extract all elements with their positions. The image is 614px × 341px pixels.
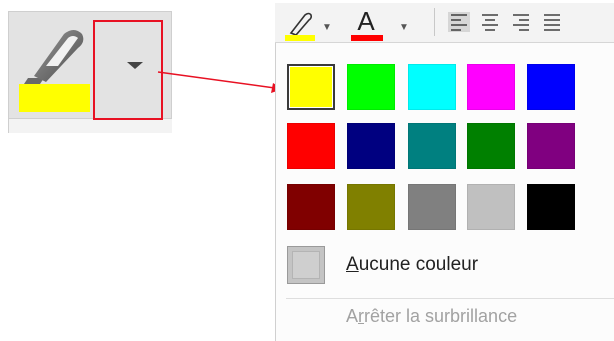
no-color-menu-item[interactable]: Aucune couleur xyxy=(346,254,478,276)
color-swatch[interactable] xyxy=(408,64,456,110)
highlight-color-bar xyxy=(285,35,315,41)
no-color-label-rest: ucune couleur xyxy=(358,254,479,275)
ribbon-group-edge xyxy=(8,119,172,133)
color-swatch[interactable] xyxy=(467,64,515,110)
stop-prefix: A xyxy=(346,306,359,326)
color-swatch[interactable] xyxy=(527,64,575,110)
stop-highlighting-menu-item[interactable]: Arrêter la surbrillance xyxy=(346,306,517,327)
no-color-swatch-inner xyxy=(292,251,320,279)
color-swatch[interactable] xyxy=(287,64,335,110)
chevron-down-icon[interactable] xyxy=(127,62,143,69)
highlighter-pen-icon xyxy=(24,30,84,84)
color-swatch[interactable] xyxy=(527,184,575,230)
color-swatch[interactable] xyxy=(347,184,395,230)
font-color-bar xyxy=(351,35,383,41)
font-color-letter[interactable]: A xyxy=(354,6,378,36)
color-swatch[interactable] xyxy=(287,184,335,230)
color-swatch[interactable] xyxy=(467,184,515,230)
color-swatch[interactable] xyxy=(527,123,575,169)
chevron-down-icon[interactable]: ▼ xyxy=(399,22,409,33)
stop-label-rest: rêter la surbrillance xyxy=(364,306,518,326)
align-left-icon[interactable] xyxy=(448,12,470,32)
color-swatch[interactable] xyxy=(408,184,456,230)
no-color-mnemonic: A xyxy=(346,254,359,275)
color-swatch[interactable] xyxy=(467,123,515,169)
menu-divider xyxy=(286,298,614,299)
justify-icon[interactable] xyxy=(541,12,563,32)
align-right-icon[interactable] xyxy=(510,12,532,32)
color-swatch[interactable] xyxy=(347,64,395,110)
color-swatch[interactable] xyxy=(287,123,335,169)
color-swatch[interactable] xyxy=(408,123,456,169)
dropdown-arrow-callout[interactable] xyxy=(93,20,163,120)
toolbar-separator xyxy=(434,8,435,36)
align-center-icon[interactable] xyxy=(479,12,501,32)
highlight-color-bar xyxy=(19,84,90,112)
color-swatch[interactable] xyxy=(347,123,395,169)
chevron-down-icon[interactable]: ▼ xyxy=(322,22,332,33)
